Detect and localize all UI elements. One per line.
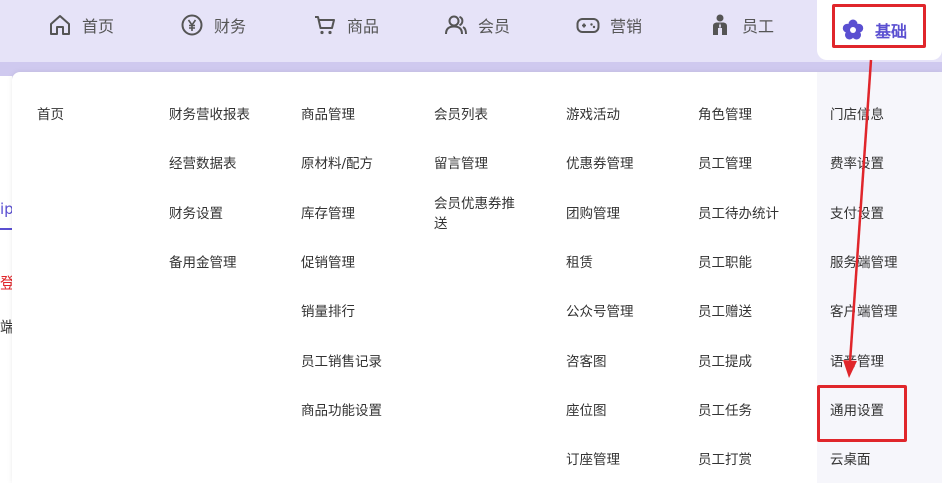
background-text-fragment: ip xyxy=(0,200,12,218)
menu-link[interactable]: 员工职能 xyxy=(698,253,810,273)
flower-icon xyxy=(842,19,864,40)
nav-label-basic: 基础 xyxy=(875,22,908,41)
menu-link[interactable]: 费率设置 xyxy=(830,154,942,174)
menu-link[interactable]: 商品管理 xyxy=(301,105,413,125)
nav-label-marketing: 营销 xyxy=(610,17,643,36)
background-text-fragment: 端 xyxy=(0,318,12,336)
menu-link[interactable]: 原材料/配方 xyxy=(301,154,413,174)
menu-link[interactable]: 经营数据表 xyxy=(169,154,281,174)
menu-link[interactable]: 云桌面 xyxy=(830,450,942,470)
menu-link[interactable]: 优惠券管理 xyxy=(566,154,678,174)
background-text-fragment: 登 xyxy=(0,274,12,292)
top-nav: 首页 财务 商品 会员 营销 员工 基础 xyxy=(0,0,942,62)
menu-link[interactable]: 员工打赏 xyxy=(698,450,810,470)
nav-label-goods: 商品 xyxy=(347,17,380,36)
menu-link[interactable]: 员工任务 xyxy=(698,401,810,421)
menu-link[interactable]: 销量排行 xyxy=(301,302,413,322)
nav-item-marketing[interactable]: 营销 xyxy=(576,0,642,50)
nav-item-goods[interactable]: 商品 xyxy=(313,0,379,50)
nav-label-home: 首页 xyxy=(82,17,115,36)
menu-link[interactable]: 备用金管理 xyxy=(169,253,281,273)
menu-link[interactable]: 角色管理 xyxy=(698,105,810,125)
menu-link[interactable]: 服务端管理 xyxy=(830,253,942,273)
menu-link[interactable]: 座位图 xyxy=(566,401,678,421)
menu-link[interactable]: 客户端管理 xyxy=(830,302,942,322)
menu-link[interactable]: 订座管理 xyxy=(566,450,678,470)
yen-icon xyxy=(181,14,203,36)
staff-icon xyxy=(713,14,727,35)
menu-link[interactable]: 商品功能设置 xyxy=(301,401,413,421)
nav-label-members: 会员 xyxy=(478,17,511,36)
gamepad-icon xyxy=(576,18,600,33)
menu-link[interactable]: 促销管理 xyxy=(301,253,413,273)
nav-item-home[interactable]: 首页 xyxy=(48,0,114,50)
menu-link[interactable]: 门店信息 xyxy=(830,105,942,125)
home-icon xyxy=(50,15,70,35)
menu-link[interactable]: 留言管理 xyxy=(434,154,546,174)
menu-link[interactable]: 员工待办统计 xyxy=(698,204,810,224)
menu-link[interactable]: 语音管理 xyxy=(830,352,942,372)
background-tab-underline xyxy=(0,228,12,230)
menu-link[interactable]: 会员优惠券推送 xyxy=(434,194,524,234)
users-icon xyxy=(445,15,467,35)
nav-item-finance[interactable]: 财务 xyxy=(180,0,246,50)
nav-item-staff[interactable]: 员工 xyxy=(708,0,774,50)
nav-item-basic[interactable]: 基础 xyxy=(817,0,942,60)
menu-link[interactable]: 租赁 xyxy=(566,253,678,273)
menu-link[interactable]: 库存管理 xyxy=(301,204,413,224)
menu-link[interactable]: 员工赠送 xyxy=(698,302,810,322)
menu-link[interactable]: 咨客图 xyxy=(566,352,678,372)
menu-link[interactable]: 团购管理 xyxy=(566,204,678,224)
menu-link[interactable]: 支付设置 xyxy=(830,204,942,224)
nav-item-members[interactable]: 会员 xyxy=(444,0,510,50)
menu-link[interactable]: 公众号管理 xyxy=(566,302,678,322)
menu-link[interactable]: 游戏活动 xyxy=(566,105,678,125)
menu-link[interactable]: 首页 xyxy=(37,105,149,125)
cart-icon xyxy=(315,16,335,35)
menu-link[interactable]: 财务营收报表 xyxy=(169,105,281,125)
menu-link[interactable]: 财务设置 xyxy=(169,204,281,224)
menu-link[interactable]: 会员列表 xyxy=(434,105,546,125)
dropdown-menu-panel xyxy=(12,72,942,483)
menu-link-general-settings[interactable]: 通用设置 xyxy=(830,401,942,421)
menu-link[interactable]: 员工销售记录 xyxy=(301,352,413,372)
active-column-background xyxy=(817,72,942,483)
menu-link[interactable]: 员工管理 xyxy=(698,154,810,174)
nav-label-finance: 财务 xyxy=(214,17,247,36)
menu-link[interactable]: 员工提成 xyxy=(698,352,810,372)
nav-label-staff: 员工 xyxy=(742,17,775,36)
